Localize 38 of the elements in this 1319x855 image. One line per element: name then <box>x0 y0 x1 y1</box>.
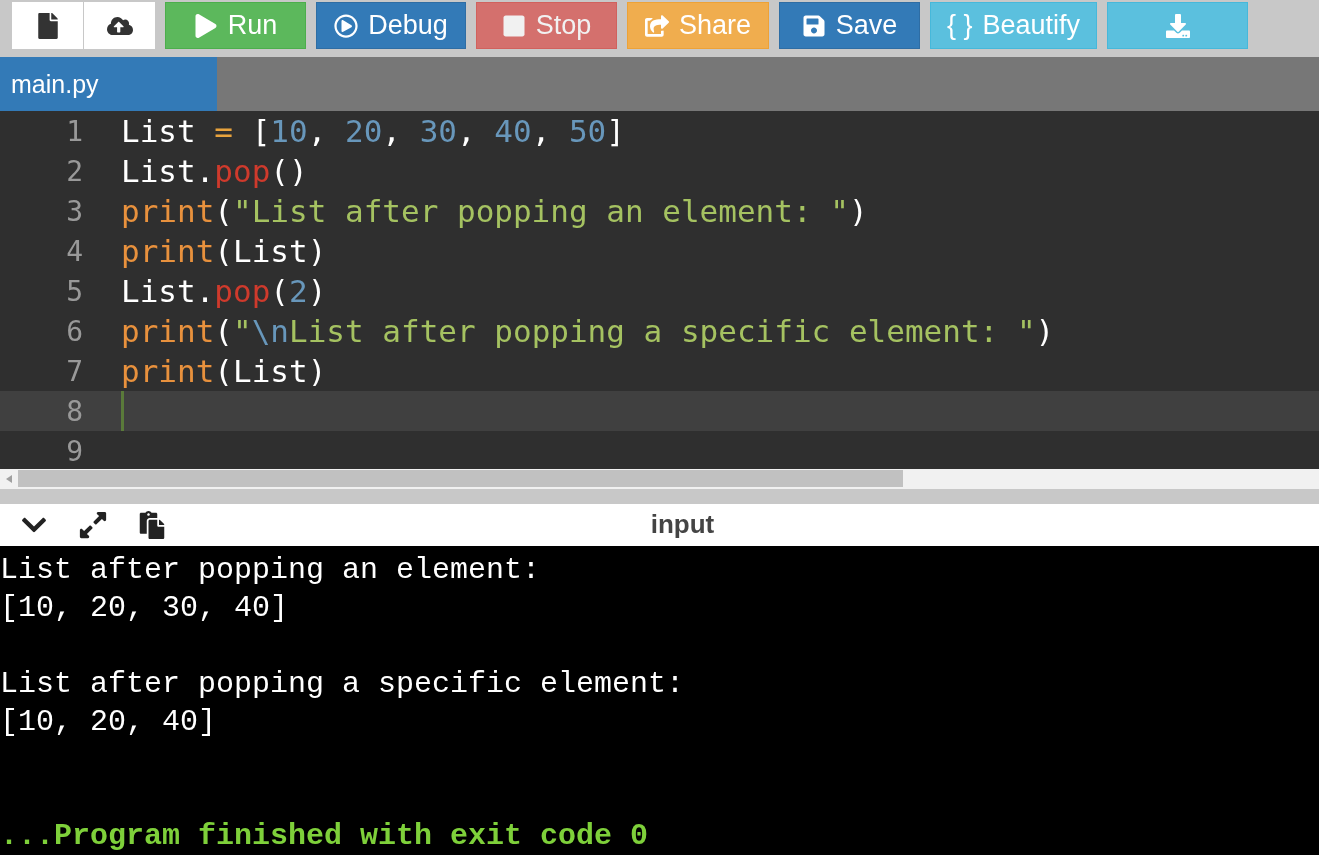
line-number: 6 <box>65 314 83 348</box>
paste-icon[interactable] <box>138 510 166 539</box>
code-line: List.pop(2) <box>121 272 327 312</box>
panel-title: input <box>649 509 716 541</box>
line-number: 4 <box>65 234 83 268</box>
code-line: List.pop() <box>121 152 308 192</box>
line-number: 7 <box>65 354 83 388</box>
download-icon <box>1165 13 1190 38</box>
line-number: 1 <box>65 114 83 148</box>
line-number: 9 <box>65 434 83 468</box>
line-number: 3 <box>65 194 83 228</box>
code-line: print("\nList after popping a specific element: ") <box>121 312 1055 352</box>
stop-icon <box>501 13 526 38</box>
run-button[interactable]: Run <box>165 2 306 49</box>
code-line: print(List) <box>121 352 327 392</box>
upload-button[interactable] <box>84 2 155 49</box>
horizontal-scrollbar[interactable] <box>0 469 1319 489</box>
braces-icon: { } <box>946 10 973 41</box>
output-line: List after popping an element: <box>0 552 541 589</box>
text-cursor <box>121 391 124 432</box>
file-tab[interactable]: main.py <box>0 57 217 112</box>
save-button[interactable]: Save <box>779 2 920 49</box>
code-line: print("List after popping an element: ") <box>121 192 868 232</box>
code-line: List = [10, 20, 30, 40, 50] <box>121 112 625 152</box>
output-line: [10, 20, 30, 40] <box>0 590 289 627</box>
code-line: print(List) <box>121 232 327 272</box>
exit-message: ...Program finished with exit code 0 <box>0 818 649 855</box>
newfile-button[interactable] <box>12 2 83 49</box>
line-number: 8 <box>65 394 83 428</box>
line-number: 2 <box>65 154 83 188</box>
play-icon <box>193 13 218 38</box>
output-line: [10, 20, 40] <box>0 704 217 741</box>
expand-icon[interactable] <box>78 509 108 540</box>
output-line: List after popping a specific element: <box>0 666 685 703</box>
scrollbar-thumb[interactable] <box>18 470 903 488</box>
debug-button[interactable]: Debug <box>316 2 466 49</box>
line-number: 5 <box>65 274 83 308</box>
share-icon <box>644 13 669 38</box>
